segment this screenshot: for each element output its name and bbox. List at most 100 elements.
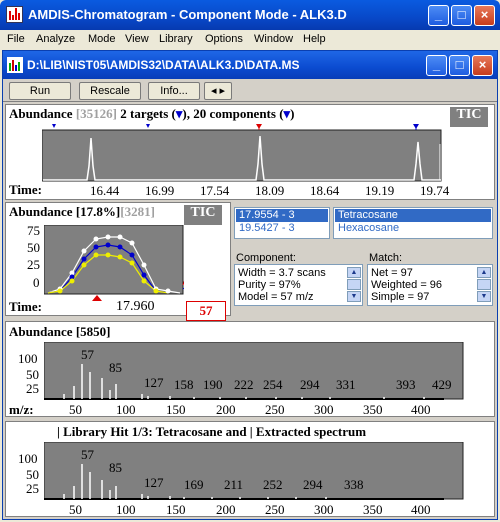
- peak-label: 429: [432, 377, 452, 392]
- app-title-bar[interactable]: AMDIS-Chromatogram - Component Mode - AL…: [0, 0, 500, 30]
- menu-window[interactable]: Window: [254, 33, 293, 45]
- component-y-tick: 75: [27, 223, 40, 238]
- menu-options[interactable]: Options: [205, 33, 243, 45]
- tic-plot[interactable]: [42, 124, 442, 182]
- scroll-up-icon[interactable]: ▲: [347, 267, 361, 278]
- list-item[interactable]: Hexacosane: [335, 222, 491, 235]
- component-info-panel: 17.9554 - 3 19.5427 - 3 Tetracosane Hexa…: [233, 202, 495, 316]
- tic-tick: 16.99: [145, 183, 175, 198]
- spectrum-y-tick: 25: [26, 381, 39, 396]
- list-item[interactable]: 17.9554 - 3: [236, 209, 328, 222]
- spectrum-x-tick: 100: [116, 402, 136, 417]
- component-y-tick: 0: [33, 275, 40, 290]
- chromatogram-icon[interactable]: [7, 57, 23, 73]
- match-net: Net = 97: [371, 267, 413, 279]
- components-dropdown-icon[interactable]: (▾): [279, 106, 294, 121]
- info-button[interactable]: Info...: [148, 82, 200, 100]
- component-spectrum-panel[interactable]: Abundance [5850] 100 50 25 57 85 127 158…: [5, 321, 495, 417]
- target-marker: [52, 124, 56, 128]
- scroll-down-icon[interactable]: ▼: [347, 291, 361, 302]
- spectrum-x-tick: 300: [314, 402, 334, 417]
- peak-label: 222: [234, 377, 254, 392]
- match-stats-box: Net = 97 Weighted = 96 Simple = 97 ▲ ▼: [367, 264, 493, 306]
- tic-abundance-header: Abundance [35126] 2 targets (▾), 20 comp…: [9, 106, 294, 122]
- spectrum-x-tick: 350: [363, 402, 383, 417]
- tic-tick: 19.19: [365, 183, 395, 198]
- component-width: Width = 3.7 scans: [238, 267, 326, 279]
- ion-chromatogram-plot[interactable]: [44, 225, 184, 295]
- menu-help[interactable]: Help: [303, 33, 326, 45]
- menu-view[interactable]: View: [125, 33, 149, 45]
- library-x-tick: 250: [265, 502, 285, 517]
- run-button[interactable]: Run: [9, 82, 71, 100]
- component-ion-panel[interactable]: Abundance [17.8%][3281] TIC 75 50 25 0 5…: [5, 202, 231, 345]
- spectrum-x-tick: 150: [166, 402, 186, 417]
- menu-mode[interactable]: Mode: [88, 33, 116, 45]
- match-scrollbar[interactable]: ▲ ▼: [477, 267, 491, 302]
- hit-name-list[interactable]: Tetracosane Hexacosane: [333, 207, 493, 239]
- match-weighted: Weighted = 96: [371, 279, 443, 291]
- list-item[interactable]: 19.5427 - 3: [236, 222, 328, 235]
- component-model: Model = 57 m/z: [238, 291, 314, 303]
- tic-abundance-value: [35126]: [75, 106, 117, 121]
- tic-targets-text: 2 targets: [120, 106, 169, 121]
- component-heading: Component:: [236, 252, 296, 264]
- minimize-button[interactable]: _: [428, 5, 449, 26]
- child-title-bar[interactable]: D:\LIB\NIST05\AMDIS32\DATA\ALK3.D\DATA.M…: [3, 51, 497, 79]
- tic-components-text: , 20 components: [186, 106, 276, 121]
- spectrum-x-tick: 250: [265, 402, 285, 417]
- library-x-tick: 50: [69, 502, 82, 517]
- scroll-thumb[interactable]: [347, 279, 361, 290]
- peak-label: 294: [300, 377, 320, 392]
- child-maximize-button[interactable]: □: [449, 55, 470, 76]
- child-minimize-button[interactable]: _: [426, 55, 447, 76]
- spectrum-abundance-label: Abundance [5850]: [9, 324, 111, 339]
- list-item[interactable]: Tetracosane: [335, 209, 491, 222]
- window-title: AMDIS-Chromatogram - Component Mode - AL…: [28, 7, 347, 22]
- menu-library[interactable]: Library: [159, 33, 193, 45]
- maximize-button[interactable]: □: [451, 5, 472, 26]
- menu-analyze[interactable]: Analyze: [36, 33, 75, 45]
- component-scrollbar[interactable]: ▲ ▼: [347, 267, 361, 302]
- peak-label: 158: [174, 377, 194, 392]
- menu-file[interactable]: File: [7, 33, 25, 45]
- library-hit-header: | Library Hit 1/3: Tetracosane and | Ext…: [57, 424, 367, 439]
- tic-abundance-label: Abundance: [9, 106, 73, 121]
- hit-time-list[interactable]: 17.9554 - 3 19.5427 - 3: [234, 207, 330, 239]
- targets-dropdown-icon[interactable]: (▾): [172, 106, 187, 121]
- scroll-up-icon[interactable]: ▲: [477, 267, 491, 278]
- component-abundance-value: [3281]: [120, 204, 155, 219]
- scroll-down-icon[interactable]: ▼: [477, 291, 491, 302]
- close-button[interactable]: ×: [474, 5, 495, 26]
- library-spectrum-plot[interactable]: [44, 442, 464, 500]
- peak-label: 85: [109, 460, 122, 475]
- tic-chromatogram-panel[interactable]: Abundance [35126] 2 targets (▾), 20 comp…: [5, 104, 495, 200]
- current-time-marker: [92, 295, 102, 301]
- component-y-tick: 50: [27, 240, 40, 255]
- component-tic-button[interactable]: TIC: [183, 204, 223, 226]
- peak-label: 57: [81, 347, 94, 362]
- scroll-arrows-button[interactable]: ◂ ▸: [204, 82, 232, 100]
- scroll-thumb[interactable]: [477, 279, 491, 290]
- tic-tick: 18.09: [255, 183, 285, 198]
- peak-label: 190: [203, 377, 223, 392]
- component-time-value: 17.960: [116, 299, 155, 314]
- library-x-tick: 300: [314, 502, 334, 517]
- peak-label: 294: [303, 477, 323, 492]
- child-close-button[interactable]: ×: [472, 55, 493, 76]
- library-x-tick: 100: [116, 502, 136, 517]
- tic-button[interactable]: TIC: [449, 106, 489, 128]
- peak-label: 57: [81, 447, 94, 462]
- component-abundance-header: Abundance [17.8%][3281]: [9, 204, 155, 220]
- amdis-app-icon[interactable]: [6, 6, 23, 23]
- match-heading: Match:: [369, 252, 403, 264]
- spectrum-y-tick: 100: [18, 351, 38, 366]
- component-abundance-label: Abundance [17.8%]: [9, 204, 121, 219]
- library-y-tick: 25: [26, 481, 39, 496]
- peak-label: 393: [396, 377, 416, 392]
- rescale-button[interactable]: Rescale: [79, 82, 141, 100]
- spectrum-x-tick: 200: [216, 402, 236, 417]
- peak-label: 85: [109, 360, 122, 375]
- ion-57-legend[interactable]: 57: [186, 301, 226, 321]
- library-hit-panel[interactable]: | Library Hit 1/3: Tetracosane and | Ext…: [5, 421, 495, 517]
